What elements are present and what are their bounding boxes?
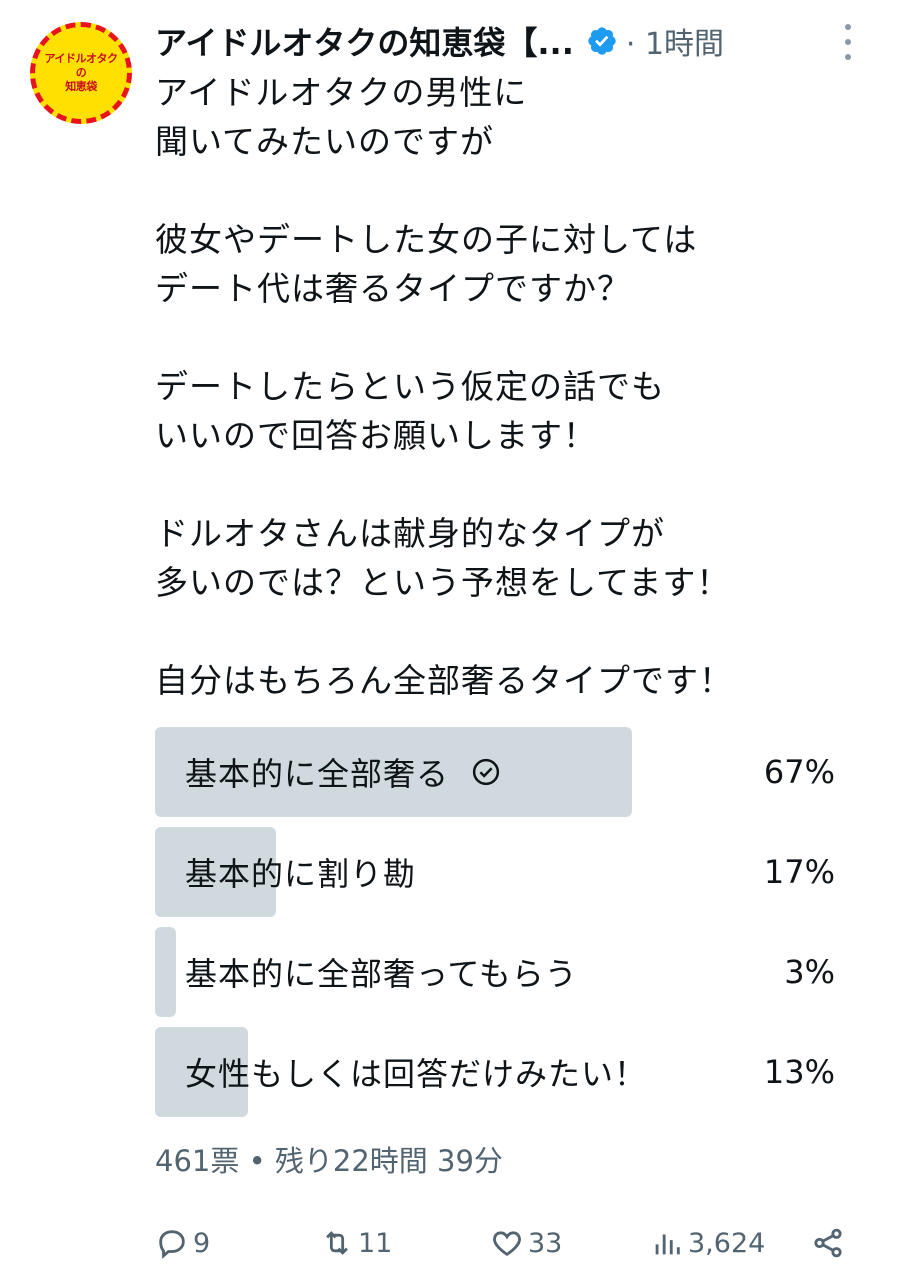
action-bar: 9 11 33 3,624	[155, 1218, 855, 1268]
poll-option: 女性もしくは回答だけみたい！ 13%	[155, 1027, 835, 1117]
reply-icon	[159, 1230, 185, 1259]
tweet-line: 多いのでは？という予想をしてます！	[155, 563, 731, 602]
poll-meta: 461票 • 残り22時間 39分	[155, 1144, 503, 1178]
tweet-line: 彼女やデートした女の子に対しては	[155, 220, 698, 259]
poll-option-label-wrap: 基本的に全部奢る	[185, 727, 501, 817]
poll-result-bar	[155, 927, 176, 1017]
account-name[interactable]: アイドルオタクの知恵袋【...	[155, 18, 574, 64]
poll-option: 基本的に全部奢ってもらう 3%	[155, 927, 835, 1017]
tweet-line: デートしたらという仮定の話でも	[155, 367, 665, 406]
views-icon	[655, 1234, 680, 1255]
poll: 基本的に全部奢る 67% 基本的に割り勘 17% 基本的に全部奢ってもらう 3% 女性もしく…	[155, 727, 835, 1127]
avatar-text-line-3: 知恵袋	[65, 80, 97, 93]
tweet-line: 聞いてみたいのですが	[155, 122, 495, 161]
poll-option-label: 基本的に割り勘	[185, 855, 417, 893]
share-button[interactable]	[811, 1218, 845, 1268]
verified-badge-icon	[588, 27, 616, 55]
view-count: 3,624	[688, 1227, 766, 1259]
views-button[interactable]: 3,624	[650, 1218, 765, 1268]
heart-icon	[493, 1231, 521, 1256]
avatar-text-line-2: の	[75, 66, 87, 79]
poll-option: 基本的に全部奢る 67%	[155, 727, 835, 817]
like-count: 33	[528, 1227, 563, 1259]
tweet-line: デート代は奢るタイプですか？	[155, 269, 631, 308]
tweet-header: アイドルオタクの知恵袋【... · 1時間	[155, 16, 795, 66]
poll-option-label: 基本的に全部奢ってもらう	[185, 955, 578, 993]
avatar[interactable]: アイドルオタク の 知恵袋	[30, 22, 132, 124]
poll-option-label: 女性もしくは回答だけみたい！	[185, 1055, 648, 1093]
repost-button[interactable]: 11	[320, 1218, 392, 1268]
reply-count: 9	[193, 1227, 211, 1259]
poll-option-percent: 17%	[763, 853, 835, 891]
reply-button[interactable]: 9	[155, 1218, 210, 1268]
tweet-line: アイドルオタクの男性に	[155, 73, 528, 112]
tweet-line: 自分はもちろん全部奢るタイプです！	[155, 661, 733, 700]
more-options-icon[interactable]	[836, 24, 860, 60]
repost-icon	[326, 1231, 348, 1255]
share-icon	[814, 1228, 842, 1258]
poll-option-percent: 67%	[763, 753, 835, 791]
poll-option-label-wrap: 女性もしくは回答だけみたい！	[185, 1027, 647, 1117]
poll-option-label-wrap: 基本的に割り勘	[185, 827, 416, 917]
tweet-text: アイドルオタクの男性に 聞いてみたいのですが彼女やデートした女の子に対しては デート…	[155, 68, 855, 705]
poll-option-percent: 3%	[784, 953, 835, 991]
like-button[interactable]: 33	[490, 1218, 562, 1268]
poll-option-percent: 13%	[763, 1053, 835, 1091]
check-circle-icon	[472, 758, 500, 786]
post-time[interactable]: · 1時間	[626, 19, 724, 63]
avatar-text-line-1: アイドルオタク	[44, 52, 118, 65]
repost-count: 11	[358, 1227, 393, 1259]
poll-option-label-wrap: 基本的に全部奢ってもらう	[185, 927, 578, 1017]
poll-option-label: 基本的に全部奢る	[185, 755, 450, 793]
tweet-line: ドルオタさんは献身的なタイプが	[155, 514, 665, 553]
tweet-line: いいので回答お願いします！	[155, 416, 597, 455]
poll-option: 基本的に割り勘 17%	[155, 827, 835, 917]
